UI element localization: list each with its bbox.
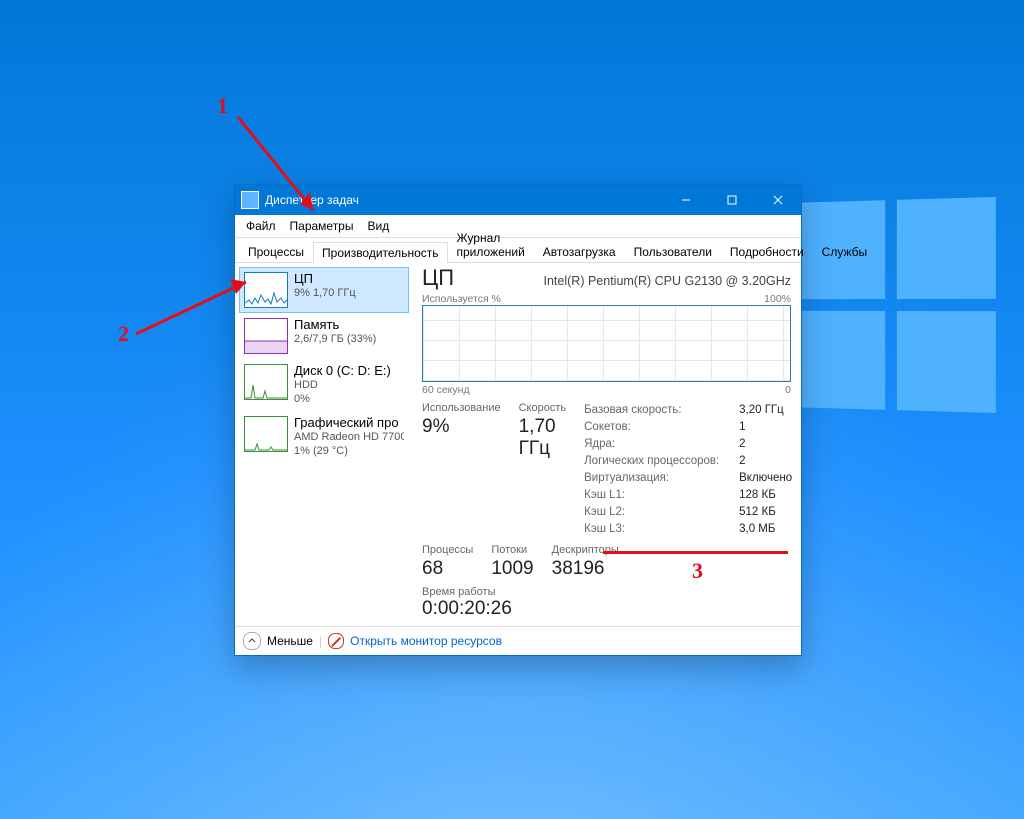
tab-users[interactable]: Пользователи bbox=[625, 241, 721, 262]
graph-top-right: 100% bbox=[764, 293, 791, 305]
sidebar-cpu-name: ЦП bbox=[294, 272, 356, 286]
graph-bottom-right: 0 bbox=[785, 384, 791, 396]
close-button[interactable] bbox=[755, 185, 801, 215]
tab-services[interactable]: Службы bbox=[813, 241, 876, 262]
sidebar-disk-sub2: 0% bbox=[294, 392, 391, 406]
uptime-label: Время работы bbox=[422, 586, 791, 598]
tab-row: Процессы Производительность Журнал прило… bbox=[235, 238, 801, 263]
disk-thumb-icon bbox=[244, 364, 288, 400]
handles-value: 38196 bbox=[552, 558, 619, 580]
resmon-icon bbox=[328, 633, 344, 649]
menu-view[interactable]: Вид bbox=[360, 217, 396, 235]
graph-bottom-left: 60 секунд bbox=[422, 384, 470, 396]
threads-label: Потоки bbox=[491, 544, 533, 556]
sidebar-item-memory[interactable]: Память 2,6/7,9 ГБ (33%) bbox=[239, 313, 409, 359]
fewer-details-button[interactable] bbox=[243, 632, 261, 650]
sidebar-item-cpu[interactable]: ЦП 9% 1,70 ГГц bbox=[239, 267, 409, 313]
annotation-2: 2 bbox=[118, 321, 129, 347]
handles-label: Дескрипторы bbox=[552, 544, 619, 556]
virt-key: Виртуализация: bbox=[584, 470, 739, 487]
tab-processes[interactable]: Процессы bbox=[239, 241, 313, 262]
windows-logo-icon bbox=[792, 197, 996, 413]
open-resmon-link[interactable]: Открыть монитор ресурсов bbox=[350, 634, 502, 648]
gpu-thumb-icon bbox=[244, 416, 288, 452]
chevron-up-icon bbox=[248, 637, 256, 645]
menu-file[interactable]: Файл bbox=[239, 217, 283, 235]
perf-main: ЦП Intel(R) Pentium(R) CPU G2130 @ 3.20G… bbox=[412, 263, 801, 626]
sidebar-item-disk[interactable]: Диск 0 (C: D: E:) HDD 0% bbox=[239, 359, 409, 411]
fewer-label[interactable]: Меньше bbox=[267, 634, 313, 648]
minimize-button[interactable] bbox=[663, 185, 709, 215]
speed-value: 1,70 ГГц bbox=[519, 416, 567, 460]
virt-val: Включено bbox=[739, 470, 792, 487]
threads-value: 1009 bbox=[491, 558, 533, 580]
uptime-value: 0:00:20:26 bbox=[422, 598, 791, 620]
sidebar-disk-name: Диск 0 (C: D: E:) bbox=[294, 364, 391, 378]
task-manager-window: Диспетчер задач Файл Параметры Вид Проце… bbox=[234, 184, 802, 656]
tab-details[interactable]: Подробности bbox=[721, 241, 813, 262]
speed-label: Скорость bbox=[519, 402, 567, 414]
cpu-thumb-icon bbox=[244, 272, 288, 308]
app-icon bbox=[241, 191, 259, 209]
sidebar-mem-sub: 2,6/7,9 ГБ (33%) bbox=[294, 332, 376, 346]
window-title: Диспетчер задач bbox=[265, 193, 359, 207]
main-title: ЦП bbox=[422, 265, 454, 291]
tab-performance[interactable]: Производительность bbox=[313, 242, 447, 263]
sidebar-gpu-name: Графический про bbox=[294, 416, 404, 430]
main-device: Intel(R) Pentium(R) CPU G2130 @ 3.20GHz bbox=[544, 274, 792, 288]
maximize-button[interactable] bbox=[709, 185, 755, 215]
graph-top-left: Используется % bbox=[422, 293, 501, 305]
sidebar-item-gpu[interactable]: Графический про AMD Radeon HD 7700 S 1% … bbox=[239, 411, 409, 463]
annotation-1: 1 bbox=[217, 93, 228, 119]
cpu-info: Базовая скорость:3,20 ГГц Сокетов:1 Ядра… bbox=[584, 402, 792, 538]
sidebar-disk-sub1: HDD bbox=[294, 378, 391, 392]
processes-label: Процессы bbox=[422, 544, 473, 556]
memory-thumb-icon bbox=[244, 318, 288, 354]
usage-label: Использование bbox=[422, 402, 501, 414]
sidebar-gpu-sub2: 1% (29 °C) bbox=[294, 444, 404, 458]
menu-params[interactable]: Параметры bbox=[283, 217, 361, 235]
tab-apphistory[interactable]: Журнал приложений bbox=[448, 227, 534, 262]
perf-sidebar: ЦП 9% 1,70 ГГц Память 2,6/7,9 ГБ (33%) bbox=[235, 263, 412, 626]
sidebar-cpu-sub: 9% 1,70 ГГц bbox=[294, 286, 356, 300]
processes-value: 68 bbox=[422, 558, 473, 580]
tab-startup[interactable]: Автозагрузка bbox=[534, 241, 625, 262]
sidebar-mem-name: Память bbox=[294, 318, 376, 332]
cpu-usage-graph[interactable] bbox=[422, 305, 791, 382]
titlebar[interactable]: Диспетчер задач bbox=[235, 185, 801, 215]
sidebar-gpu-sub1: AMD Radeon HD 7700 S bbox=[294, 430, 404, 444]
footer: Меньше | Открыть монитор ресурсов bbox=[235, 626, 801, 655]
usage-value: 9% bbox=[422, 416, 501, 438]
